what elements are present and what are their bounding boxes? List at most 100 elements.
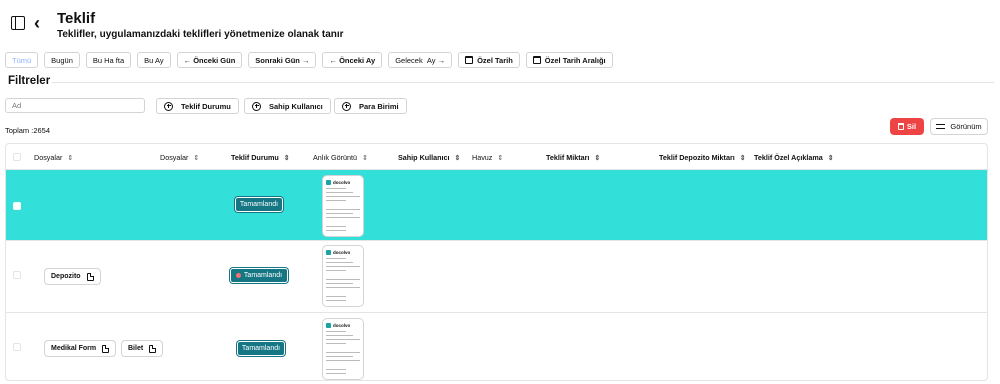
date-filter-bar: Tümü Bugün Bu Ha fta Bu Ay ← Önceki Gün … [5,52,613,68]
column-header-label: Teklif Miktarı [546,153,590,162]
column-header-offer-status[interactable]: Teklif Durumu ⇕ [231,153,290,162]
sliders-icon [936,123,946,130]
column-header-label: Dosyalar [34,153,63,162]
sort-icon: ⇕ [193,154,200,162]
thumbnail-logo: docolvo [326,323,360,328]
file-chip-label: Medikal Form [51,345,97,352]
brand-name: docolvo [333,250,351,255]
filters-heading: Filtreler [8,75,51,87]
previous-month-button[interactable]: ← Önceki Ay [322,52,383,68]
view-label: Görünüm [950,122,982,131]
row-checkbox[interactable] [13,343,21,351]
back-arrow-icon[interactable]: ‹ [34,14,48,32]
file-chip-medikal-form[interactable]: Medikal Form [44,340,117,357]
column-header-files-2[interactable]: Dosyalar ⇕ [160,153,199,162]
delete-button[interactable]: Sil [890,118,924,135]
sort-icon: ⇕ [594,154,601,162]
brand-mark-icon [326,323,331,328]
currency-filter-label: Para Birimi [359,101,399,111]
page-title: Teklif [57,10,96,27]
plus-circle-icon [252,101,261,111]
column-header-label: Dosyalar [160,153,189,162]
thumbnail-logo: docolvo [326,250,360,255]
previous-day-button[interactable]: ← Önceki Gün [176,52,243,68]
offer-status-filter-button[interactable]: Teklif Durumu [156,98,239,114]
next-day-button[interactable]: Sonraki Gün → [248,52,317,68]
status-dot-icon [235,273,241,278]
document-thumbnail[interactable]: docolvo [322,245,364,307]
table-row[interactable]: Medikal Form Bilet Tamamlandı docolvo [6,313,987,380]
file-chip-bilet[interactable]: Bilet [121,340,164,357]
owner-user-filter-button[interactable]: Sahip Kullanıcı [244,98,331,114]
sort-icon: ⇕ [827,154,834,162]
filters-divider [52,82,994,83]
next-month-suffix: Ay → [426,55,446,65]
column-header-owner-user[interactable]: Sahip Kullanıcı ⇕ [398,153,460,162]
thumbnail-logo: docolvo [326,180,360,185]
select-all-checkbox[interactable] [13,153,21,161]
column-header-deposit-amount[interactable]: Teklif Depozito Miktarı ⇕ [659,153,746,162]
sidebar-toggle-icon[interactable] [11,16,25,30]
document-thumbnail[interactable]: docolvo [322,175,364,237]
filter-this-week-button[interactable]: Bu Ha fta [85,52,132,68]
delete-label: Sil [906,122,917,131]
brand-mark-icon [326,250,331,255]
status-badge: Tamamlandı [230,268,288,283]
brand-mark-icon [326,180,331,185]
file-icon [149,344,157,353]
brand-name: docolvo [333,180,351,185]
total-count: Toplam :2654 [5,126,51,135]
custom-date-range-button[interactable]: Özel Tarih Aralığı [525,52,613,68]
view-options-button[interactable]: Görünüm [930,118,988,135]
file-chip-depozito[interactable]: Depozito [44,268,101,285]
page-header: ‹ Teklif Teklifler, uygulamanızdaki tekl… [8,10,608,44]
column-header-label: Teklif Depozito Miktarı [659,153,735,162]
column-header-pool[interactable]: Havuz ⇕ [472,153,503,162]
offers-table: Dosyalar ⇕ Dosyalar ⇕ Teklif Durumu ⇕ Anlık… [5,143,988,381]
plus-circle-icon [164,101,173,111]
sort-icon: ⇕ [454,154,461,162]
file-icon [86,272,94,281]
custom-date-button[interactable]: Özel Tarih [458,52,520,68]
status-badge: Tamamlandı [237,341,285,356]
custom-date-label: Özel Tarih [477,55,513,65]
row-checkbox[interactable] [13,202,21,210]
custom-date-range-label: Özel Tarih Aralığı [544,55,606,65]
status-label: Tamamlandı [241,345,281,352]
filter-today-button[interactable]: Bugün [44,52,80,68]
column-header-snapshot[interactable]: Anlık Görüntü ⇕ [313,153,368,162]
next-month-button[interactable]: Gelecek Ay → [388,52,453,68]
row-checkbox[interactable] [13,271,21,279]
sort-icon: ⇕ [361,154,368,162]
owner-user-filter-label: Sahip Kullanıcı [269,101,323,111]
column-header-offer-amount[interactable]: Teklif Miktarı ⇕ [546,153,600,162]
column-header-files[interactable]: Dosyalar ⇕ [34,153,73,162]
page-subtitle: Teklifler, uygulamanızdaki teklifleri yö… [57,29,344,40]
file-chip-label: Depozito [51,273,81,280]
column-header-label: Sahip Kullanıcı [398,153,450,162]
table-header: Dosyalar ⇕ Dosyalar ⇕ Teklif Durumu ⇕ Anlık… [6,144,987,170]
calendar-icon [532,56,541,64]
column-header-label: Teklif Özel Açıklama [754,153,823,162]
calendar-icon [465,56,474,64]
table-row[interactable]: Depozito Tamamlandı docolvo [6,241,987,313]
filter-this-month-button[interactable]: Bu Ay [137,52,171,68]
column-header-label: Anlık Görüntü [313,153,357,162]
file-chip-label: Bilet [128,345,144,352]
document-thumbnail[interactable]: docolvo [322,318,364,380]
column-header-special-description[interactable]: Teklif Özel Açıklama ⇕ [754,153,834,162]
status-badge: Tamamlandı [235,197,283,212]
currency-filter-button[interactable]: Para Birimi [334,98,407,114]
trash-icon [897,123,904,130]
filter-all-button[interactable]: Tümü [5,52,39,68]
sort-icon: ⇕ [67,154,74,162]
name-filter-input[interactable] [5,98,145,113]
sort-icon: ⇕ [497,154,504,162]
offer-status-filter-label: Teklif Durumu [181,101,231,111]
sort-icon: ⇕ [283,154,290,162]
column-header-label: Teklif Durumu [231,153,279,162]
table-row[interactable]: Tamamlandı docolvo [6,170,987,241]
brand-name: docolvo [333,323,351,328]
status-label: Tamamlandı [243,272,283,279]
column-header-label: Havuz [472,153,493,162]
